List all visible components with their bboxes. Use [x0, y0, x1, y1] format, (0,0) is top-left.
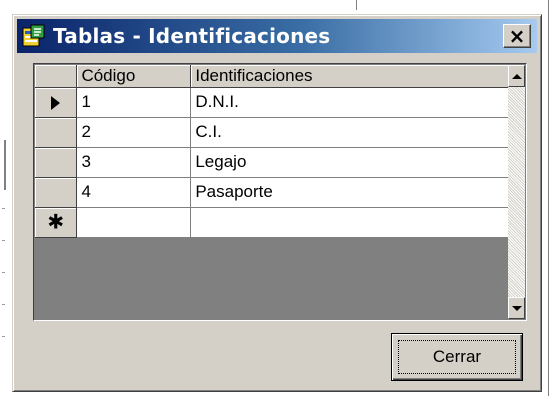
data-table: Código Identificaciones 1 D.N.I. 2 C.I.: [35, 65, 509, 238]
column-header-codigo[interactable]: Código: [76, 65, 192, 88]
table-app-icon: [22, 24, 45, 47]
window-title: Tablas - Identificaciones: [53, 24, 331, 48]
row-selector[interactable]: [35, 87, 78, 118]
row-selector[interactable]: [35, 117, 78, 148]
row-selector[interactable]: ✱: [35, 207, 78, 238]
background-tick: [2, 304, 5, 305]
grid-body: Código Identificaciones 1 D.N.I. 2 C.I.: [35, 65, 509, 319]
table-row[interactable]: 2 C.I.: [35, 117, 509, 148]
background-rule-top: [356, 0, 357, 10]
corner-header[interactable]: [35, 65, 78, 88]
cell-codigo[interactable]: 4: [76, 177, 192, 208]
table-row[interactable]: 1 D.N.I.: [35, 87, 509, 118]
close-window-button[interactable]: ×: [503, 24, 531, 48]
background-tick: [2, 208, 5, 209]
new-record-row[interactable]: ✱: [35, 207, 509, 238]
identificaciones-grid[interactable]: Código Identificaciones 1 D.N.I. 2 C.I.: [33, 63, 527, 321]
cell-identificacion[interactable]: [190, 207, 509, 238]
cell-codigo[interactable]: 1: [76, 87, 192, 118]
cell-identificacion[interactable]: C.I.: [190, 117, 509, 148]
header-row: Código Identificaciones: [35, 65, 509, 88]
background-rule-left: [4, 140, 6, 190]
column-header-identificaciones[interactable]: Identificaciones: [190, 65, 509, 88]
table-row[interactable]: 3 Legajo: [35, 147, 509, 178]
arrow-down-icon: [511, 305, 522, 311]
cerrar-button[interactable]: Cerrar: [391, 333, 523, 381]
scroll-up-button[interactable]: [508, 65, 525, 87]
row-selector[interactable]: [35, 177, 78, 208]
new-row-asterisk-icon: ✱: [47, 211, 65, 234]
background-tick: [2, 272, 5, 273]
row-selector[interactable]: [35, 147, 78, 178]
background-tick: [2, 336, 5, 337]
table-row[interactable]: 4 Pasaporte: [35, 177, 509, 208]
background-tick: [2, 240, 5, 241]
cell-identificacion[interactable]: Pasaporte: [190, 177, 509, 208]
cell-codigo[interactable]: 2: [76, 117, 192, 148]
background-rule-right: [548, 0, 549, 396]
cell-codigo[interactable]: 3: [76, 147, 192, 178]
cell-identificacion[interactable]: D.N.I.: [190, 87, 509, 118]
close-icon: ×: [508, 24, 526, 48]
focus-rectangle: [398, 340, 516, 374]
cell-codigo[interactable]: [76, 207, 192, 238]
title-bar[interactable]: Tablas - Identificaciones ×: [17, 19, 537, 53]
vertical-scrollbar[interactable]: [508, 65, 525, 319]
arrow-up-icon: [511, 73, 522, 79]
scroll-down-button[interactable]: [508, 297, 525, 319]
current-row-arrow-icon: [51, 95, 61, 110]
identificaciones-dialog: Tablas - Identificaciones × Código Ident…: [12, 14, 542, 392]
cell-identificacion[interactable]: Legajo: [190, 147, 509, 178]
